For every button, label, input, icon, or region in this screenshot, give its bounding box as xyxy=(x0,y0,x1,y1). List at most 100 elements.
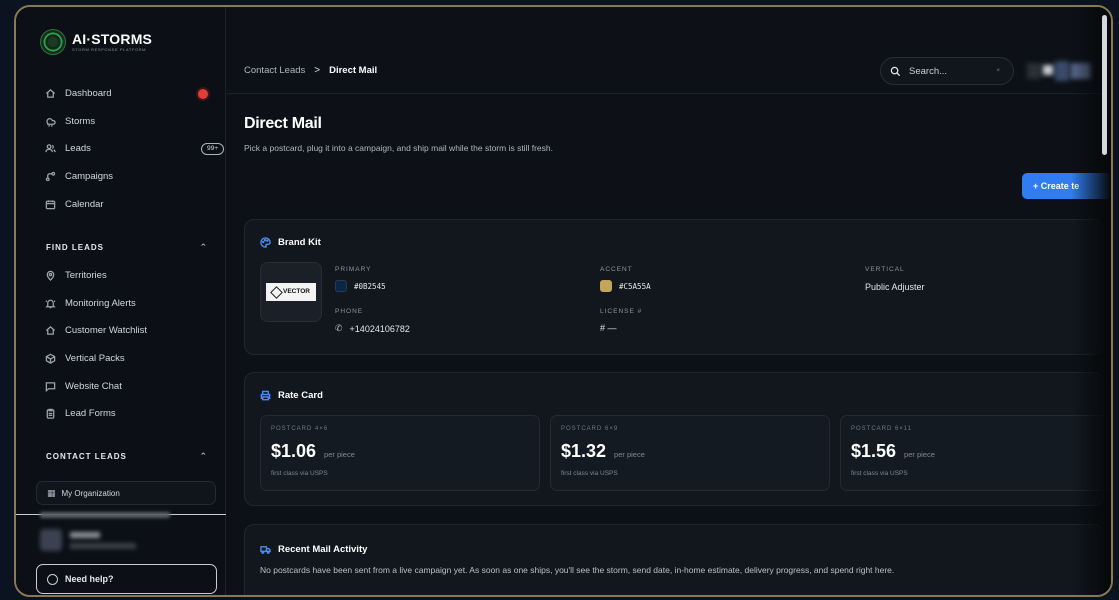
sidebar-item-label: Storms xyxy=(65,115,96,127)
recent-mail-activity-heading: Recent Mail Activity xyxy=(260,544,367,555)
redacted-bar xyxy=(40,512,170,518)
sidebar-item-label: Website Chat xyxy=(65,380,122,392)
sidebar-item-label: Vertical Packs xyxy=(65,353,125,365)
package-icon xyxy=(44,353,56,365)
rate-card-heading: Rate Card xyxy=(260,390,323,401)
vertical-label: VERTICAL xyxy=(865,266,905,273)
notification-dot xyxy=(198,88,208,99)
chevron-up-icon: ⌃ xyxy=(199,242,208,252)
bell-icon xyxy=(44,297,56,309)
find-leads-nav: Territories Monitoring Alerts Customer W… xyxy=(30,262,216,428)
rate-option-6x11[interactable]: POSTCARD 6×11 $1.56 per piece first clas… xyxy=(840,415,1111,491)
sidebar-item-calendar[interactable]: Calendar xyxy=(30,190,216,218)
storm-icon xyxy=(44,115,56,127)
accent-color-value: #C5A55A xyxy=(600,280,651,292)
breadcrumb-separator: > xyxy=(314,65,321,76)
sidebar-item-label: Territories xyxy=(65,270,107,282)
sidebar-item-label: Monitoring Alerts xyxy=(65,297,136,309)
chat-icon xyxy=(44,380,56,392)
rate-card: Rate Card POSTCARD 4×6 $1.06 per piece f… xyxy=(244,372,1111,506)
phone-label: PHONE xyxy=(335,308,364,315)
top-bar: Contact Leads > Direct Mail Search... × xyxy=(227,7,1111,94)
sidebar-item-label: Leads xyxy=(65,143,91,155)
brand-logo-text: VECTOR xyxy=(283,287,310,295)
sidebar-item-storms[interactable]: Storms xyxy=(30,108,216,136)
sidebar-item-lead-forms[interactable]: Lead Forms xyxy=(30,400,216,428)
sidebar-item-label: Dashboard xyxy=(65,88,112,100)
sidebar-item-label: Customer Watchlist xyxy=(65,325,147,337)
contact-leads-heading: CONTACT LEADS xyxy=(46,452,127,461)
primary-color-value: #0B2545 xyxy=(335,280,386,292)
sidebar-item-monitoring-alerts[interactable]: Monitoring Alerts xyxy=(30,290,216,318)
organization-switcher[interactable]: ▦ My Organization xyxy=(36,481,216,505)
sidebar-item-label: Campaigns xyxy=(65,171,114,183)
palette-icon xyxy=(260,237,271,248)
need-help-button[interactable]: Need help? xyxy=(36,564,217,594)
search-placeholder: Search... xyxy=(909,65,948,77)
license-label: LICENSE # xyxy=(600,308,643,315)
search-clear-button[interactable]: × xyxy=(996,68,1000,74)
app-logo[interactable]: AI·STORMS STORM RESPONSE PLATFORM xyxy=(40,29,152,55)
brand-kit-card: Brand Kit VECTOR PRIMARY #0B2545 ACCENT … xyxy=(244,219,1104,355)
main-nav: Dashboard Storms Leads 99+ Campaigns Cal… xyxy=(30,80,224,218)
building-icon: ▦ xyxy=(47,487,56,498)
sidebar-item-leads[interactable]: Leads 99+ xyxy=(30,135,224,163)
search-input[interactable]: Search... × xyxy=(880,57,1014,85)
rate-option-4x6[interactable]: POSTCARD 4×6 $1.06 per piece first class… xyxy=(260,415,540,491)
rate-price: $1.56 xyxy=(851,441,897,461)
vector-logo-icon xyxy=(270,285,283,299)
search-icon xyxy=(890,66,901,76)
page-subtitle: Pick a postcard, plug it into a campaign… xyxy=(244,143,553,153)
map-pin-icon xyxy=(44,270,56,282)
create-template-button[interactable]: + Create te xyxy=(1022,173,1111,199)
app-tagline: STORM RESPONSE PLATFORM xyxy=(72,47,147,52)
license-value: # — xyxy=(600,323,617,333)
clipboard-icon xyxy=(44,408,56,420)
sidebar-item-dashboard[interactable]: Dashboard xyxy=(30,80,216,108)
leads-count-badge: 99+ xyxy=(200,142,224,155)
sidebar-item-vertical-packs[interactable]: Vertical Packs xyxy=(30,345,216,373)
home-icon xyxy=(44,325,56,337)
vertical-value: Public Adjuster xyxy=(865,282,925,292)
app-window: AI·STORMS STORM RESPONSE PLATFORM Dashbo… xyxy=(14,5,1113,597)
organization-name: My Organization xyxy=(61,488,120,498)
rate-price: $1.06 xyxy=(271,441,317,461)
sidebar: AI·STORMS STORM RESPONSE PLATFORM Dashbo… xyxy=(16,7,226,595)
user-profile[interactable] xyxy=(36,529,141,553)
create-template-label: + Create te xyxy=(1033,181,1080,191)
users-icon xyxy=(44,143,56,155)
chat-bubble-icon xyxy=(47,573,58,585)
breadcrumb-parent[interactable]: Contact Leads xyxy=(244,65,305,76)
user-menu[interactable] xyxy=(1027,57,1097,85)
sidebar-item-label: Calendar xyxy=(65,198,104,210)
sidebar-item-website-chat[interactable]: Website Chat xyxy=(30,372,216,400)
route-icon xyxy=(44,171,56,183)
truck-icon xyxy=(260,546,271,554)
brand-logo[interactable]: VECTOR xyxy=(260,262,322,322)
main-content: Contact Leads > Direct Mail Search... × … xyxy=(227,7,1111,595)
home-icon xyxy=(44,88,56,100)
phone-icon: ✆ xyxy=(335,323,343,333)
find-leads-heading: FIND LEADS xyxy=(46,243,104,252)
sidebar-item-campaigns[interactable]: Campaigns xyxy=(30,163,216,191)
accent-swatch xyxy=(600,280,612,292)
recent-mail-activity-card: Recent Mail Activity No postcards have b… xyxy=(244,524,1104,595)
calendar-icon xyxy=(44,198,56,210)
breadcrumb-current: Direct Mail xyxy=(329,65,378,76)
breadcrumb: Contact Leads > Direct Mail xyxy=(244,65,377,76)
sidebar-item-customer-watchlist[interactable]: Customer Watchlist xyxy=(30,317,216,345)
need-help-label: Need help? xyxy=(65,574,114,584)
find-leads-section-toggle[interactable]: FIND LEADS ⌃ xyxy=(46,242,208,253)
brand-kit-heading: Brand Kit xyxy=(260,237,321,248)
chevron-up-icon: ⌃ xyxy=(199,451,208,461)
activity-empty-state: No postcards have been sent from a live … xyxy=(260,565,895,575)
primary-swatch xyxy=(335,280,347,292)
radar-logo-icon xyxy=(40,29,66,55)
accent-label: ACCENT xyxy=(600,266,633,273)
sidebar-item-territories[interactable]: Territories xyxy=(30,262,216,290)
scrollbar[interactable] xyxy=(1102,15,1107,155)
contact-leads-section-toggle[interactable]: CONTACT LEADS ⌃ xyxy=(46,451,208,462)
rate-option-6x9[interactable]: POSTCARD 6×9 $1.32 per piece first class… xyxy=(550,415,830,491)
primary-label: PRIMARY xyxy=(335,266,372,273)
phone-value: ✆ +14024106782 xyxy=(335,323,410,334)
